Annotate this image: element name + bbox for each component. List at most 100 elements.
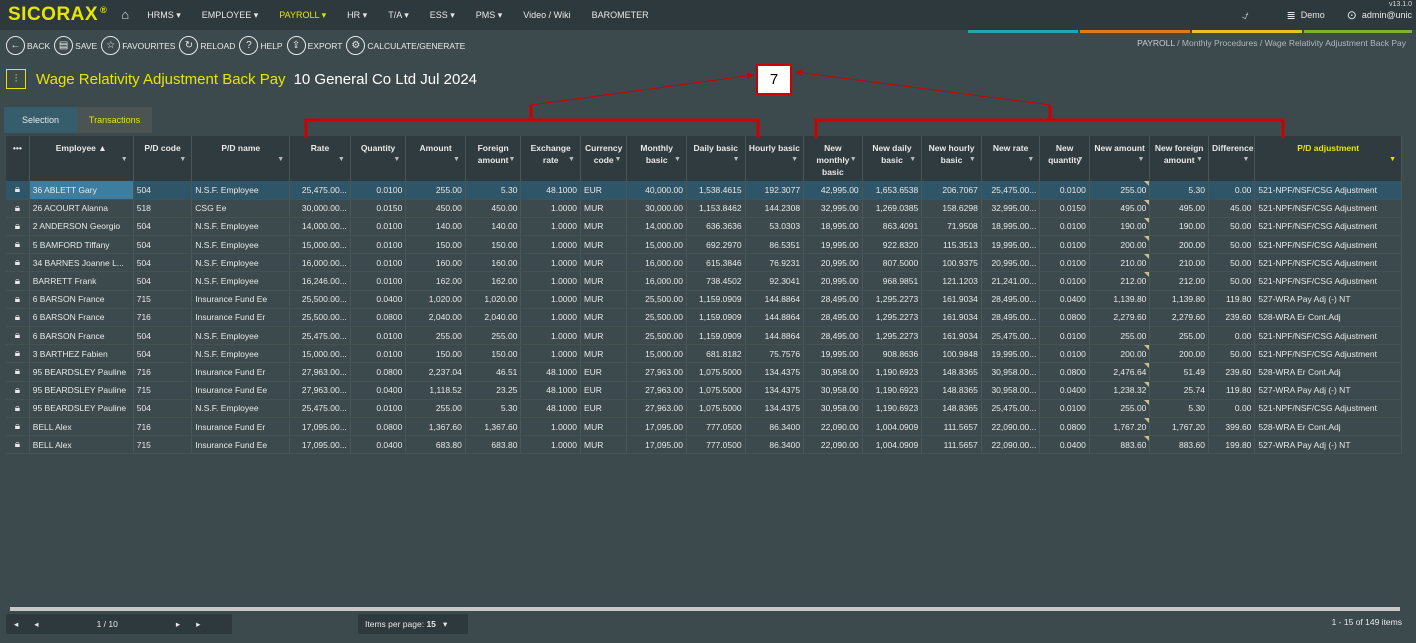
table-cell[interactable]: 161.9034 bbox=[921, 308, 982, 328]
notification-off-icon[interactable]: ⍻ bbox=[1242, 8, 1249, 23]
table-cell[interactable]: 86.3400 bbox=[745, 417, 805, 437]
calculate-generate-button[interactable]: ⚙ CALCULATE/GENERATE bbox=[346, 36, 465, 55]
table-cell[interactable]: 30,000.00... bbox=[289, 199, 351, 218]
table-cell[interactable]: 255.00 bbox=[465, 326, 522, 346]
menu-item-7[interactable]: Video / Wiki bbox=[523, 10, 570, 21]
table-cell[interactable]: 5 BAMFORD Tiffany bbox=[29, 235, 134, 255]
table-cell[interactable]: 34 BARNES Joanne L... bbox=[29, 253, 134, 273]
table-cell[interactable]: 5.30 bbox=[1149, 181, 1209, 200]
filter-icon[interactable]: ▼ bbox=[393, 154, 400, 166]
table-cell[interactable]: 0.0100 bbox=[1039, 326, 1090, 346]
table-cell[interactable]: 908.8636 bbox=[862, 344, 923, 364]
table-cell[interactable]: 50.00 bbox=[1208, 235, 1256, 255]
table-cell[interactable]: BARRETT Frank bbox=[29, 271, 134, 291]
menu-item-4[interactable]: T/A ▾ bbox=[388, 10, 409, 21]
table-cell[interactable]: 162.00 bbox=[405, 271, 466, 291]
table-cell[interactable]: 148.8365 bbox=[921, 381, 982, 400]
filter-icon[interactable]: ▼ bbox=[1077, 154, 1084, 166]
table-cell[interactable]: EUR bbox=[580, 362, 628, 382]
table-cell[interactable]: N.S.F. Employee bbox=[191, 181, 291, 200]
table-cell[interactable]: 0.0150 bbox=[1039, 199, 1090, 218]
table-cell[interactable]: 6 BARSON France bbox=[29, 290, 134, 309]
table-cell[interactable]: 161.9034 bbox=[921, 326, 982, 346]
table-cell[interactable]: 1,153.8462 bbox=[686, 199, 746, 218]
column-header-3[interactable]: P/D name ▼ bbox=[191, 136, 291, 181]
table-cell[interactable]: 1,075.5000 bbox=[686, 399, 746, 418]
table-cell[interactable]: MUR bbox=[580, 344, 628, 364]
table-cell[interactable]: 2,040.00 bbox=[405, 308, 466, 328]
table-cell[interactable]: 50.00 bbox=[1208, 253, 1256, 273]
username[interactable]: admin@unic bbox=[1362, 10, 1412, 20]
table-cell[interactable]: N.S.F. Employee bbox=[191, 326, 291, 346]
table-cell[interactable]: 0.00 bbox=[1208, 399, 1256, 418]
table-cell[interactable]: 1,295.2273 bbox=[862, 326, 923, 346]
column-header-6[interactable]: Amount ▼ bbox=[405, 136, 466, 181]
table-cell[interactable]: 15,000.00 bbox=[626, 235, 687, 255]
menu-item-1[interactable]: EMPLOYEE ▾ bbox=[202, 10, 259, 21]
help-button[interactable]: ? HELP bbox=[239, 36, 283, 55]
table-cell[interactable]: EUR bbox=[580, 181, 628, 200]
table-cell[interactable]: 0.0100 bbox=[350, 217, 407, 237]
column-header-10[interactable]: Monthly basic ▼ bbox=[626, 136, 687, 181]
table-cell[interactable]: 36 ABLETT Gary bbox=[29, 181, 134, 200]
table-cell[interactable]: 86.5351 bbox=[745, 235, 805, 255]
filter-icon[interactable]: ▼ bbox=[179, 154, 186, 166]
lock-icon[interactable]: 🔒︎ bbox=[6, 181, 30, 200]
table-cell[interactable]: 1.0000 bbox=[520, 290, 581, 309]
table-row[interactable]: 🔒︎ BELL Alex 716 Insurance Fund Er 17,095.00… bbox=[6, 417, 1402, 437]
table-cell[interactable]: 25,475.00... bbox=[289, 181, 351, 200]
table-cell[interactable]: 162.00 bbox=[465, 271, 522, 291]
table-cell[interactable]: 28,495.00... bbox=[981, 308, 1041, 328]
reload-button[interactable]: ↻ RELOAD bbox=[179, 36, 235, 55]
table-cell[interactable]: 119.80 bbox=[1208, 290, 1256, 309]
lock-icon[interactable]: 🔒︎ bbox=[6, 399, 30, 418]
table-cell[interactable]: 521-NPF/NSF/CSG Adjustment bbox=[1254, 271, 1402, 291]
filter-icon[interactable]: ▼ bbox=[791, 154, 798, 166]
table-cell[interactable]: Insurance Fund Er bbox=[191, 362, 291, 382]
table-cell[interactable]: 1,538.4615 bbox=[686, 181, 746, 200]
table-cell[interactable]: 1,075.5000 bbox=[686, 381, 746, 400]
table-cell[interactable]: 17,095.00... bbox=[289, 435, 351, 455]
table-cell[interactable]: 51.49 bbox=[1149, 362, 1209, 382]
table-cell[interactable]: 1,075.5000 bbox=[686, 362, 746, 382]
table-cell[interactable]: 528-WRA Er Cont.Adj bbox=[1254, 362, 1402, 382]
filter-icon[interactable]: ▼ bbox=[614, 154, 621, 166]
filter-icon[interactable]: ▼ bbox=[850, 154, 857, 166]
filter-icon[interactable]: ▼ bbox=[1027, 154, 1034, 166]
table-cell[interactable]: 1,295.2273 bbox=[862, 290, 923, 309]
filter-icon[interactable]: ▼ bbox=[969, 154, 976, 166]
column-header-15[interactable]: New hourly basic ▼ bbox=[921, 136, 982, 181]
table-cell[interactable]: 17,095.00 bbox=[626, 435, 687, 455]
table-cell[interactable]: 75.7576 bbox=[745, 344, 805, 364]
table-cell[interactable]: 144.8864 bbox=[745, 326, 805, 346]
table-cell[interactable]: 134.4375 bbox=[745, 362, 805, 382]
table-cell[interactable]: 1,190.6923 bbox=[862, 381, 923, 400]
table-cell[interactable]: 48.1000 bbox=[520, 381, 581, 400]
table-cell[interactable]: 190.00 bbox=[1149, 217, 1209, 237]
table-cell[interactable]: 158.6298 bbox=[921, 199, 982, 218]
table-cell[interactable]: 0.0100 bbox=[1039, 271, 1090, 291]
table-cell[interactable]: 615.3846 bbox=[686, 253, 746, 273]
table-cell[interactable]: 0.0150 bbox=[350, 199, 407, 218]
table-row[interactable]: 🔒︎ 95 BEARDSLEY Pauline 504 N.S.F. Employee… bbox=[6, 399, 1402, 418]
table-cell[interactable]: 16,000.00 bbox=[626, 253, 687, 273]
table-cell[interactable]: 255.00 bbox=[1089, 181, 1151, 200]
filter-icon[interactable]: ▼ bbox=[277, 154, 284, 166]
lock-icon[interactable]: 🔒︎ bbox=[6, 199, 30, 218]
table-cell[interactable]: 2,279.60 bbox=[1089, 308, 1151, 328]
column-header-16[interactable]: New rate ▼ bbox=[981, 136, 1041, 181]
column-header-2[interactable]: P/D code ▼ bbox=[133, 136, 193, 181]
lock-icon[interactable]: 🔒︎ bbox=[6, 417, 30, 437]
table-cell[interactable]: 0.0800 bbox=[350, 362, 407, 382]
table-cell[interactable]: 1.0000 bbox=[520, 435, 581, 455]
filter-icon[interactable]: ▼ bbox=[568, 154, 575, 166]
table-cell[interactable]: 200.00 bbox=[1089, 344, 1151, 364]
table-cell[interactable]: 1,139.80 bbox=[1149, 290, 1209, 309]
table-cell[interactable]: 25,500.00 bbox=[626, 290, 687, 309]
table-cell[interactable]: MUR bbox=[580, 235, 628, 255]
table-cell[interactable]: 200.00 bbox=[1089, 235, 1151, 255]
table-cell[interactable]: 199.80 bbox=[1208, 435, 1256, 455]
table-cell[interactable]: 22,090.00 bbox=[803, 435, 863, 455]
back-button[interactable]: ← BACK bbox=[6, 36, 50, 55]
table-cell[interactable]: 1.0000 bbox=[520, 271, 581, 291]
